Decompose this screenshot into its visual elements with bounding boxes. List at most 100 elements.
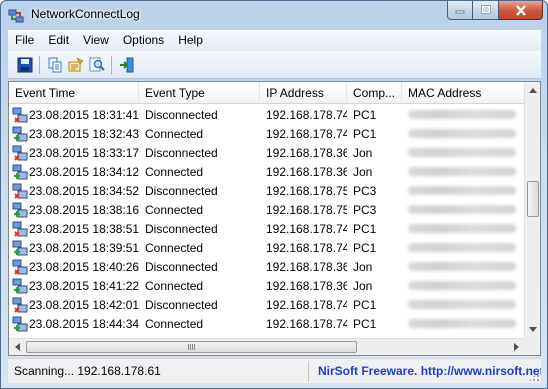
- event-type: Disconnected: [145, 183, 218, 198]
- toolbar-separator: [39, 55, 40, 74]
- horizontal-scrollbar[interactable]: [9, 338, 525, 355]
- event-type: Disconnected: [145, 259, 218, 274]
- vertical-scroll-thumb[interactable]: [527, 181, 539, 217]
- column-header-ip-address[interactable]: IP Address: [260, 82, 347, 104]
- disconnected-icon: [12, 259, 28, 275]
- table-row[interactable]: 23.08.2015 18:39:51 Connected 192.168.17…: [9, 238, 525, 257]
- scroll-down-button[interactable]: [525, 321, 540, 338]
- network-app-icon: [8, 9, 24, 23]
- vertical-scrollbar[interactable]: [524, 82, 540, 338]
- menu-bar: File Edit View Options Help: [8, 30, 541, 51]
- table-row[interactable]: 23.08.2015 18:34:12 Connected 192.168.17…: [9, 162, 525, 181]
- event-time: 23.08.2015 18:34:52: [29, 183, 139, 198]
- event-time: 23.08.2015 18:39:51: [29, 240, 139, 255]
- mac-address-redacted: [402, 260, 525, 274]
- mac-address-redacted: [402, 165, 525, 179]
- app-window: NetworkConnectLog File Edit View Options…: [0, 0, 548, 389]
- disconnected-icon: [12, 183, 28, 199]
- computer-name: PC1: [353, 297, 377, 312]
- find-button[interactable]: [86, 54, 107, 75]
- disconnected-icon: [12, 297, 28, 313]
- copy-icon: [48, 57, 61, 72]
- title-bar[interactable]: NetworkConnectLog: [1, 1, 547, 30]
- disconnected-icon: [12, 221, 28, 237]
- ip-address: 192.168.178.74: [266, 240, 347, 255]
- menu-options[interactable]: Options: [116, 30, 171, 51]
- scroll-right-button[interactable]: [508, 339, 525, 355]
- maximize-button[interactable]: [473, 1, 499, 20]
- status-bar: Scanning... 192.168.178.61 NirSoft Freew…: [8, 358, 541, 383]
- computer-name: PC1: [353, 221, 377, 236]
- mac-address-redacted: [402, 146, 525, 160]
- nirsoft-link[interactable]: NirSoft Freeware. http://www.nirsoft.net: [309, 364, 541, 378]
- copy-button[interactable]: [44, 54, 65, 75]
- event-time-cell: 23.08.2015 18:32:43: [9, 126, 139, 142]
- table-row[interactable]: 23.08.2015 18:33:17 Disconnected 192.168…: [9, 143, 525, 162]
- connected-icon: [12, 240, 28, 255]
- column-header-computer[interactable]: Comp...: [347, 82, 402, 104]
- computer-name: Jon: [353, 259, 373, 274]
- properties-icon: [68, 56, 84, 71]
- menu-help[interactable]: Help: [171, 30, 210, 51]
- exit-button[interactable]: [116, 54, 137, 75]
- event-list[interactable]: Event Time Event Type IP Address Comp...…: [8, 81, 541, 356]
- mac-address-redacted: [402, 298, 525, 312]
- mac-address-redacted: [402, 241, 525, 255]
- computer-name: Jon: [353, 145, 373, 160]
- computer-name: PC1: [353, 107, 377, 122]
- table-row[interactable]: 23.08.2015 18:32:43 Connected 192.168.17…: [9, 124, 525, 143]
- event-time-cell: 23.08.2015 18:34:52: [9, 183, 139, 199]
- event-time-cell: 23.08.2015 18:40:26: [9, 259, 139, 275]
- menu-file[interactable]: File: [8, 30, 41, 51]
- save-button[interactable]: [14, 54, 35, 75]
- list-header: Event Time Event Type IP Address Comp...…: [9, 82, 525, 104]
- event-time: 23.08.2015 18:34:12: [29, 164, 139, 179]
- disconnected-icon: [12, 145, 28, 161]
- event-time-cell: 23.08.2015 18:41:22: [9, 278, 139, 294]
- scroll-left-button[interactable]: [9, 339, 26, 355]
- save-icon: [17, 57, 32, 72]
- table-row[interactable]: 23.08.2015 18:38:16 Connected 192.168.17…: [9, 200, 525, 219]
- toolbar: [8, 51, 541, 79]
- event-type: Connected: [145, 240, 204, 255]
- scan-status: Scanning... 192.168.178.61: [14, 364, 161, 378]
- ip-address: 192.168.178.36: [266, 259, 347, 274]
- event-type: Disconnected: [145, 297, 218, 312]
- maximize-icon: [480, 5, 491, 14]
- list-rows: 23.08.2015 18:31:41 Disconnected 192.168…: [9, 105, 525, 333]
- table-row[interactable]: 23.08.2015 18:44:34 Connected 192.168.17…: [9, 314, 525, 333]
- arrow-up-icon: [529, 88, 537, 93]
- minimize-button[interactable]: [447, 1, 473, 20]
- ip-address: 192.168.178.74: [266, 316, 347, 331]
- column-header-mac-address[interactable]: MAC Address: [402, 82, 525, 104]
- ip-address: 192.168.178.36: [266, 278, 347, 293]
- computer-name: Jon: [353, 164, 373, 179]
- table-row[interactable]: 23.08.2015 18:40:26 Disconnected 192.168…: [9, 257, 525, 276]
- table-row[interactable]: 23.08.2015 18:41:22 Connected 192.168.17…: [9, 276, 525, 295]
- table-row[interactable]: 23.08.2015 18:31:41 Disconnected 192.168…: [9, 105, 525, 124]
- properties-button[interactable]: [65, 54, 86, 75]
- exit-icon: [119, 57, 133, 72]
- menu-edit[interactable]: Edit: [41, 30, 76, 51]
- event-time: 23.08.2015 18:44:34: [29, 316, 139, 331]
- table-row[interactable]: 23.08.2015 18:38:51 Disconnected 192.168…: [9, 219, 525, 238]
- event-time-cell: 23.08.2015 18:42:01: [9, 297, 139, 313]
- event-time: 23.08.2015 18:40:26: [29, 259, 139, 274]
- scroll-up-button[interactable]: [525, 82, 540, 99]
- event-time: 23.08.2015 18:31:41: [29, 107, 139, 122]
- horizontal-scroll-thumb[interactable]: [26, 341, 357, 353]
- event-time: 23.08.2015 18:32:43: [29, 126, 139, 141]
- event-time: 23.08.2015 18:38:16: [29, 202, 139, 217]
- table-row[interactable]: 23.08.2015 18:42:01 Disconnected 192.168…: [9, 295, 525, 314]
- table-row[interactable]: 23.08.2015 18:34:52 Disconnected 192.168…: [9, 181, 525, 200]
- close-button[interactable]: [499, 1, 543, 20]
- ip-address: 192.168.178.74: [266, 297, 347, 312]
- arrow-right-icon: [514, 343, 519, 351]
- menu-view[interactable]: View: [76, 30, 116, 51]
- column-header-event-time[interactable]: Event Time: [9, 82, 139, 104]
- window-title: NetworkConnectLog: [31, 7, 140, 21]
- column-header-event-type[interactable]: Event Type: [139, 82, 260, 104]
- ip-address: 192.168.178.74: [266, 221, 347, 236]
- event-time: 23.08.2015 18:42:01: [29, 297, 139, 312]
- connected-icon: [12, 126, 28, 141]
